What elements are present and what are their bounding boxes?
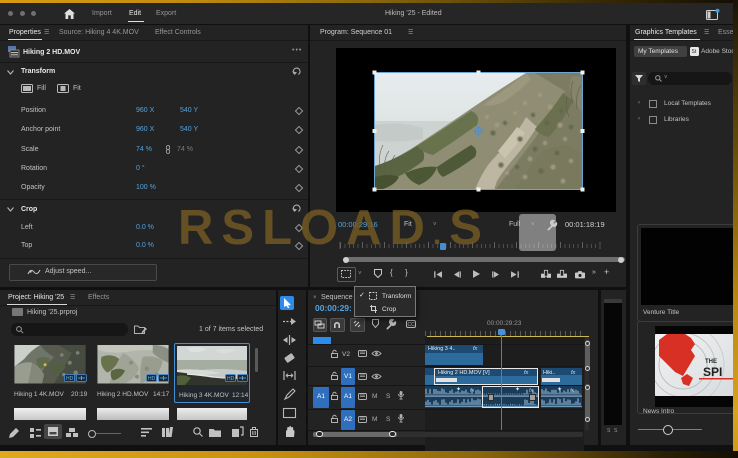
svg-text:HD: HD xyxy=(227,376,235,382)
svg-text:HD: HD xyxy=(148,376,156,382)
svg-text:SPI: SPI xyxy=(703,365,722,379)
svg-text:CC: CC xyxy=(408,322,416,328)
svg-text:HD: HD xyxy=(66,376,74,382)
